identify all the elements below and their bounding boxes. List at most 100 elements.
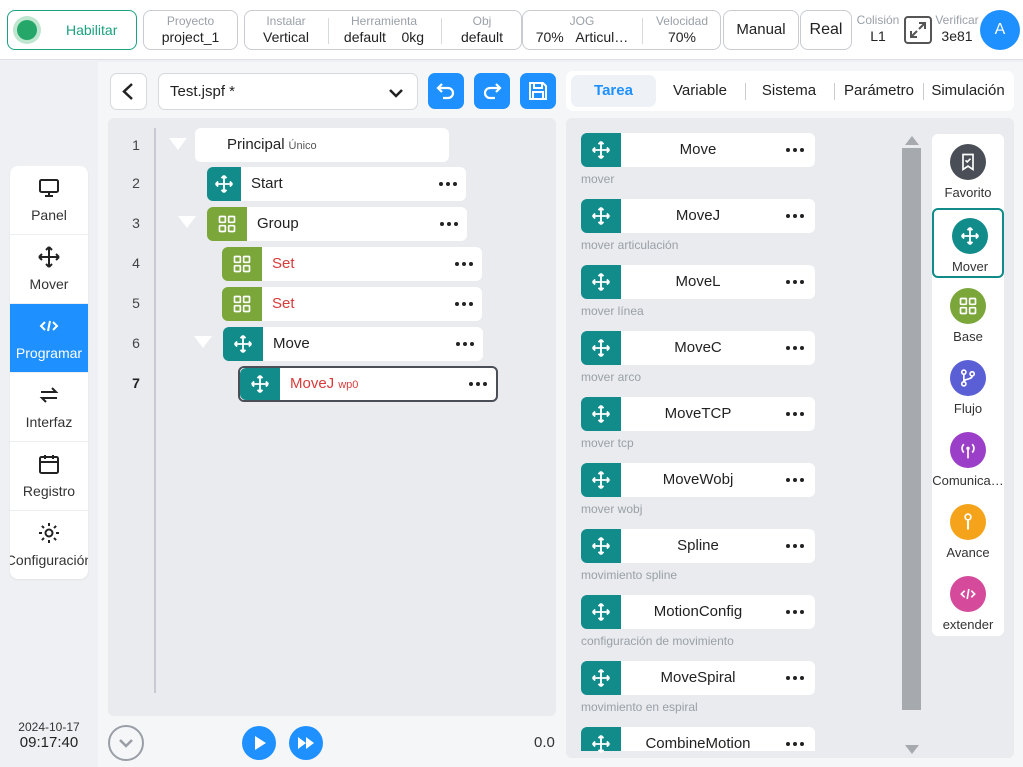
back-button[interactable] (110, 73, 147, 110)
command-card[interactable]: MoveSpiral (581, 661, 815, 695)
category-comunica[interactable]: Comunica… (932, 424, 1004, 494)
line-number: 2 (132, 175, 140, 191)
bookmark-icon (962, 153, 974, 172)
command-card[interactable]: MoveTCP (581, 397, 815, 431)
more-options-icon[interactable] (785, 605, 805, 619)
nav-item-configuracion[interactable]: Configuración (10, 511, 88, 579)
nav-item-panel[interactable]: Panel (10, 166, 88, 235)
category-base[interactable]: Base (932, 280, 1004, 350)
scrollbar[interactable] (902, 148, 921, 710)
nav-item-programar[interactable]: Programar (10, 304, 88, 373)
tab-variable[interactable]: Variable (658, 71, 742, 111)
more-options-icon[interactable] (785, 209, 805, 223)
divider (923, 83, 924, 100)
real-mode-button[interactable]: Real (800, 10, 852, 50)
more-options-icon[interactable] (454, 257, 474, 271)
project-label: Proyecto (166, 14, 215, 28)
command-card[interactable]: MoveC (581, 331, 815, 365)
move-arrows-icon (592, 141, 610, 159)
category-label: Mover (951, 259, 989, 274)
line-number: 6 (132, 335, 140, 351)
collapse-caret-icon[interactable] (178, 216, 196, 228)
node-name: MoveJ (290, 375, 335, 392)
tab-tarea[interactable]: Tarea (571, 75, 656, 107)
nav-item-interfaz[interactable]: Interfaz (10, 373, 88, 442)
obj-selector[interactable]: Obj default (442, 14, 522, 46)
tree-node-movej-selected[interactable]: MoveJ wp0 (238, 366, 498, 402)
category-avance[interactable]: Avance (932, 496, 1004, 566)
collision-indicator[interactable]: Colisión L1 (855, 13, 901, 45)
tree-node-move[interactable]: Move (223, 327, 483, 361)
tree-node-principal[interactable]: Principal Único (195, 128, 449, 162)
command-name: MotionConfig (653, 603, 743, 620)
command-card[interactable]: MoveL (581, 265, 815, 299)
more-options-icon[interactable] (785, 539, 805, 553)
nav-item-mover[interactable]: Mover (10, 235, 88, 304)
more-options-icon[interactable] (438, 177, 458, 191)
more-options-icon[interactable] (454, 297, 474, 311)
tree-node-start[interactable]: Start (207, 167, 466, 201)
command-card[interactable]: MoveWobj (581, 463, 815, 497)
more-options-icon[interactable] (785, 407, 805, 421)
command-card[interactable]: CombineMotion (581, 727, 815, 753)
file-dropdown[interactable]: Test.jspf * (158, 73, 418, 110)
tree-node-set[interactable]: Set (222, 247, 482, 281)
collapse-caret-icon[interactable] (194, 336, 212, 348)
more-options-icon[interactable] (785, 341, 805, 355)
undo-button[interactable] (428, 73, 464, 109)
more-options-icon[interactable] (439, 217, 459, 231)
move-arrows-icon (961, 227, 979, 245)
tree-node-set[interactable]: Set (222, 287, 482, 321)
step-run-button[interactable] (289, 726, 323, 760)
verify-indicator[interactable]: Verificar 3e81 (934, 13, 980, 45)
line-number: 5 (132, 295, 140, 311)
redo-icon (483, 83, 502, 100)
tree-node-group[interactable]: Group (207, 207, 467, 241)
nav-item-registro[interactable]: Registro (10, 442, 88, 511)
category-favorito[interactable]: Favorito (932, 136, 1004, 206)
tool-selector[interactable]: Herramienta default 0kg (329, 14, 439, 46)
node-name: Move (273, 335, 310, 352)
speed-selector[interactable]: Velocidad 70% (643, 14, 721, 46)
collapse-caret-icon[interactable] (169, 138, 187, 150)
command-name: MoveWobj (662, 471, 734, 488)
scroll-up-arrow-icon[interactable] (905, 136, 919, 145)
command-card[interactable]: MotionConfig (581, 595, 815, 629)
install-selector[interactable]: Instalar Vertical (245, 14, 327, 46)
category-label: Avance (946, 545, 990, 560)
play-button[interactable] (242, 726, 276, 760)
tab-simulacion[interactable]: Simulación (925, 71, 1011, 111)
top-bar: Habilitar Proyecto project_1 Instalar Ve… (0, 0, 1023, 60)
category-icon-circle (950, 144, 986, 180)
more-options-icon[interactable] (455, 337, 475, 351)
command-icon-box (581, 661, 621, 695)
more-options-icon[interactable] (785, 737, 805, 751)
more-options-icon[interactable] (785, 275, 805, 289)
category-extender[interactable]: extender (932, 568, 1004, 638)
tab-parametro[interactable]: Parámetro (837, 71, 921, 111)
save-button[interactable] (520, 73, 556, 109)
move-arrows-icon (592, 735, 610, 753)
category-mover[interactable]: Mover (932, 208, 1004, 278)
maximize-icon[interactable] (903, 15, 933, 45)
tab-sistema[interactable]: Sistema (748, 71, 830, 111)
command-description: configuración de movimiento (581, 634, 734, 648)
collision-label: Colisión (856, 13, 900, 27)
more-options-icon[interactable] (785, 671, 805, 685)
enable-button[interactable]: Habilitar (7, 10, 137, 50)
command-card[interactable]: Spline (581, 529, 815, 563)
jog-selector[interactable]: JOG 70% Articul… (523, 14, 641, 46)
command-card[interactable]: Move (581, 133, 815, 167)
user-avatar[interactable]: A (980, 10, 1020, 50)
redo-button[interactable] (474, 73, 510, 109)
more-options-icon[interactable] (785, 143, 805, 157)
manual-mode-button[interactable]: Manual (723, 10, 799, 50)
command-card[interactable]: MoveJ (581, 199, 815, 233)
more-options-icon[interactable] (468, 377, 488, 391)
scroll-down-arrow-icon[interactable] (905, 745, 919, 754)
more-options-icon[interactable] (785, 473, 805, 487)
project-selector[interactable]: Proyecto project_1 (143, 10, 238, 50)
category-flujo[interactable]: Flujo (932, 352, 1004, 422)
command-icon-box (581, 199, 621, 233)
collapse-panel-button[interactable] (108, 725, 144, 761)
